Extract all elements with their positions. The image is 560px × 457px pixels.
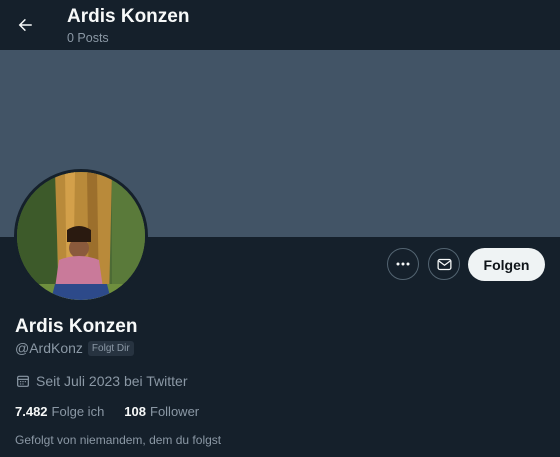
profile-name: Ardis Konzen (15, 316, 138, 337)
followers-link[interactable]: 108 Follower (124, 404, 199, 419)
profile-handle: @ArdKonz (15, 340, 83, 356)
stats-row: 7.482 Folge ich 108 Follower (15, 404, 199, 419)
following-link[interactable]: 7.482 Folge ich (15, 404, 104, 419)
follow-button[interactable]: Folgen (468, 248, 545, 281)
arrow-left-icon (18, 18, 32, 32)
more-options-button[interactable] (387, 248, 419, 280)
calendar-icon (17, 375, 29, 387)
joined-date: Seit Juli 2023 bei Twitter (36, 373, 188, 389)
post-count: 0 Posts (67, 31, 109, 45)
message-button[interactable] (428, 248, 460, 280)
joined-row: Seit Juli 2023 bei Twitter (15, 373, 188, 389)
following-label: Folge ich (51, 404, 105, 419)
followers-label: Follower (150, 404, 200, 419)
handle-row: @ArdKonz Folgt Dir (15, 340, 134, 356)
top-bar: Ardis Konzen 0 Posts (0, 0, 560, 50)
page-title: Ardis Konzen (67, 6, 190, 27)
avatar[interactable] (14, 169, 148, 303)
back-button[interactable] (8, 8, 42, 42)
header-titles: Ardis Konzen 0 Posts (67, 6, 189, 46)
envelope-icon (436, 258, 452, 270)
followers-count: 108 (124, 404, 146, 419)
following-count: 7.482 (15, 404, 48, 419)
follows-you-badge: Folgt Dir (87, 340, 134, 356)
more-horizontal-icon (396, 262, 410, 266)
followed-by-note: Gefolgt von niemandem, dem du folgst (15, 433, 222, 447)
